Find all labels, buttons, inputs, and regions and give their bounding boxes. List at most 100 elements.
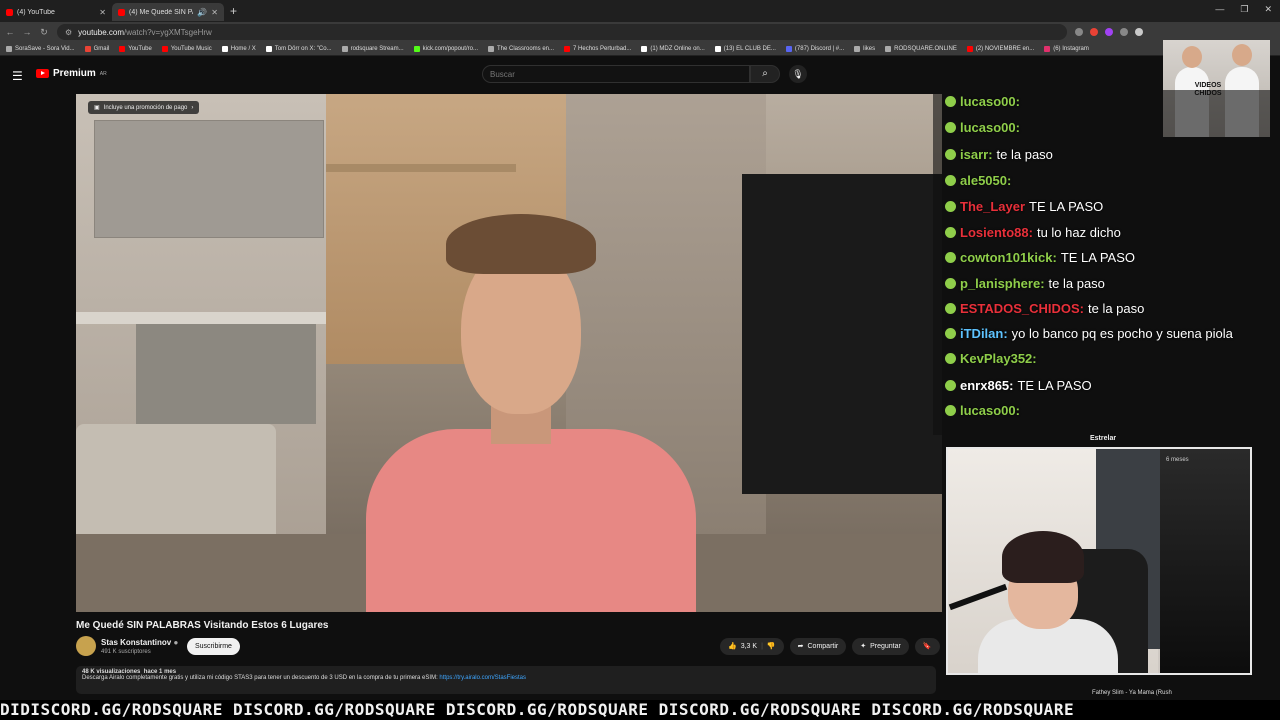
bookmark-item[interactable]: (13) EL CLUB DE... <box>714 45 776 52</box>
sparkle-icon: ✦ <box>860 643 867 650</box>
tab-youtube[interactable]: (4) YouTube ✕ <box>0 3 112 21</box>
youtube-logo[interactable]: Premium AR <box>36 68 107 79</box>
bookmark-item[interactable]: rodsquare Stream... <box>341 45 404 52</box>
close-tab-icon[interactable]: ✕ <box>99 8 106 17</box>
bookmark-item[interactable]: YouTube Music <box>161 45 212 52</box>
youtube-header: ☰ Premium AR Buscar ⌕ 🎙 <box>0 57 930 93</box>
webcam-window <box>1160 449 1250 673</box>
chat-username[interactable]: p_lanisphere: <box>960 276 1045 291</box>
chat-username[interactable]: enrx865: <box>960 378 1013 393</box>
verified-icon: ● <box>173 638 179 647</box>
bookmark-item[interactable]: YouTube <box>119 45 152 52</box>
thumbs-down-icon[interactable]: 👎 <box>767 638 776 655</box>
screen: (4) YouTube ✕ (4) Me Quedé SIN PALABR 🔊 … <box>0 0 1280 720</box>
reload-icon[interactable]: ↻ <box>37 27 51 38</box>
profile-avatar[interactable] <box>1135 28 1143 36</box>
search-icon[interactable]: ⌕ <box>750 65 780 83</box>
chat-username[interactable]: cowton101kick: <box>960 250 1057 265</box>
extension-icon[interactable] <box>1105 28 1113 36</box>
description-link[interactable]: https://try.airalo.com/StasFiestas <box>439 675 526 681</box>
bookmark-item[interactable]: Gmail <box>84 45 109 52</box>
window-controls: — ❐ ✕ <box>1215 4 1272 15</box>
video-scene-cabinet <box>136 324 316 424</box>
bookmark-item[interactable]: (1) MDZ Online on... <box>641 45 705 52</box>
extension-icon[interactable] <box>1090 28 1098 36</box>
chat-username[interactable]: Losiento88: <box>960 225 1033 240</box>
youtube-play-icon <box>36 69 49 78</box>
chat-message: iTDilan: yo lo banco pq es pocho y suena … <box>945 326 1233 341</box>
like-button[interactable]: 👍 3,3 K | 👎 <box>720 638 784 655</box>
youtube-favicon-icon <box>118 8 125 16</box>
tab-title: (4) YouTube <box>17 8 55 16</box>
channel-name[interactable]: Stas Konstantinov ● <box>101 638 178 647</box>
chat-username[interactable]: iTDilan: <box>960 326 1008 341</box>
chat-username[interactable]: ale5050: <box>960 173 1011 188</box>
logo-region: AR <box>99 70 107 77</box>
chat-username[interactable]: lucaso00: <box>960 94 1020 109</box>
chat-message: enrx865: TE LA PASO <box>945 378 1092 393</box>
ask-button[interactable]: ✦ Preguntar <box>852 638 909 655</box>
video-player[interactable]: ▣ Incluye una promoción de pago › <box>76 94 942 612</box>
bookmark-item[interactable]: likes <box>854 45 875 52</box>
share-button[interactable]: ➦ Compartir <box>789 638 847 655</box>
maximize-icon[interactable]: ❐ <box>1240 4 1248 15</box>
bookmark-item[interactable]: (787) Discord | #... <box>785 45 844 52</box>
chat-username[interactable]: isarr: <box>960 147 993 162</box>
sticker-head <box>1182 46 1202 68</box>
bookmark-item[interactable]: (6) Instagram <box>1044 45 1089 52</box>
chat-overlay: lucaso00: lucaso00: isarr: te la paso ale505… <box>933 90 1280 435</box>
subscribe-button[interactable]: Suscribirme <box>187 638 240 655</box>
chat-text: tu lo haz dicho <box>1036 225 1121 240</box>
bookmark-item[interactable]: 7 Hechos Perturbad... <box>564 45 631 52</box>
bookmark-item[interactable]: kick.com/popout/ro... <box>413 45 478 52</box>
chat-username[interactable]: KevPlay352: <box>960 351 1037 366</box>
chat-username[interactable]: ESTADOS_CHIDOS: <box>960 301 1084 316</box>
hamburger-menu-icon[interactable]: ☰ <box>12 69 23 83</box>
extension-icon[interactable] <box>1120 28 1128 36</box>
subscriber-count: 491 K suscriptores <box>101 649 151 655</box>
emote-icon <box>945 227 956 238</box>
chat-username[interactable]: lucaso00: <box>960 403 1020 418</box>
emote-icon <box>945 122 956 133</box>
logo-text: Premium <box>53 68 96 79</box>
bookmark-item[interactable]: SoraSave - Sora Vid... <box>6 45 75 52</box>
bookmark-item[interactable]: (2) NOVIEMBRE en... <box>966 45 1034 52</box>
minimize-icon[interactable]: — <box>1215 4 1224 15</box>
emote-icon <box>945 328 956 339</box>
sticker-head <box>1232 44 1252 66</box>
next-video-label[interactable]: Estrelar <box>1090 435 1116 442</box>
browser-toolbar: ← → ↻ ⚙ youtube.com/watch?v=ygXMTsgeHrw <box>0 22 1280 42</box>
emote-icon <box>945 149 956 160</box>
tab-video[interactable]: (4) Me Quedé SIN PALABR 🔊 ✕ <box>112 3 224 21</box>
close-tab-icon[interactable]: ✕ <box>211 8 218 17</box>
close-window-icon[interactable]: ✕ <box>1264 4 1272 15</box>
youtube-favicon-icon <box>6 8 13 16</box>
sidebar-video-title[interactable]: Fathey Slim - Ya Mama (Rush <box>1092 690 1172 696</box>
speaker-icon[interactable]: 🔊 <box>197 8 207 17</box>
paid-promotion-badge[interactable]: ▣ Incluye una promoción de pago › <box>88 101 200 114</box>
chat-message: isarr: te la paso <box>945 147 1053 162</box>
save-button[interactable]: 🔖 <box>914 638 940 655</box>
chat-username[interactable]: lucaso00: <box>960 120 1020 135</box>
back-icon[interactable]: ← <box>3 27 17 37</box>
bookmark-item[interactable]: Home / X <box>221 45 256 52</box>
bookmark-item[interactable]: RODSQUARE.ONLINE <box>885 45 957 52</box>
microphone-icon[interactable]: 🎙 <box>789 65 807 83</box>
forward-icon[interactable]: → <box>20 27 34 37</box>
emote-icon <box>945 380 956 391</box>
chat-username[interactable]: The_Layer <box>960 199 1025 214</box>
extension-icon[interactable] <box>1075 28 1083 36</box>
address-bar[interactable]: ⚙ youtube.com/watch?v=ygXMTsgeHrw <box>57 24 1067 40</box>
emote-icon <box>945 303 956 314</box>
search-input[interactable]: Buscar <box>482 65 750 83</box>
description-box[interactable]: 48 K visualizaciones hace 1 mes Descarga… <box>76 666 936 694</box>
description-text: Descarga Airalo completamente gratis y u… <box>82 675 438 681</box>
new-tab-button[interactable]: + <box>230 4 237 18</box>
bookmark-item[interactable]: The Classrooms en... <box>487 45 554 52</box>
chevron-right-icon: › <box>191 104 194 111</box>
bookmark-item[interactable]: Tom Dörr on X: "Co... <box>265 45 332 52</box>
site-info-icon[interactable]: ⚙ <box>65 28 72 37</box>
url-host: youtube.com <box>78 27 124 37</box>
info-icon: ▣ <box>94 105 100 111</box>
channel-avatar[interactable] <box>76 636 96 656</box>
